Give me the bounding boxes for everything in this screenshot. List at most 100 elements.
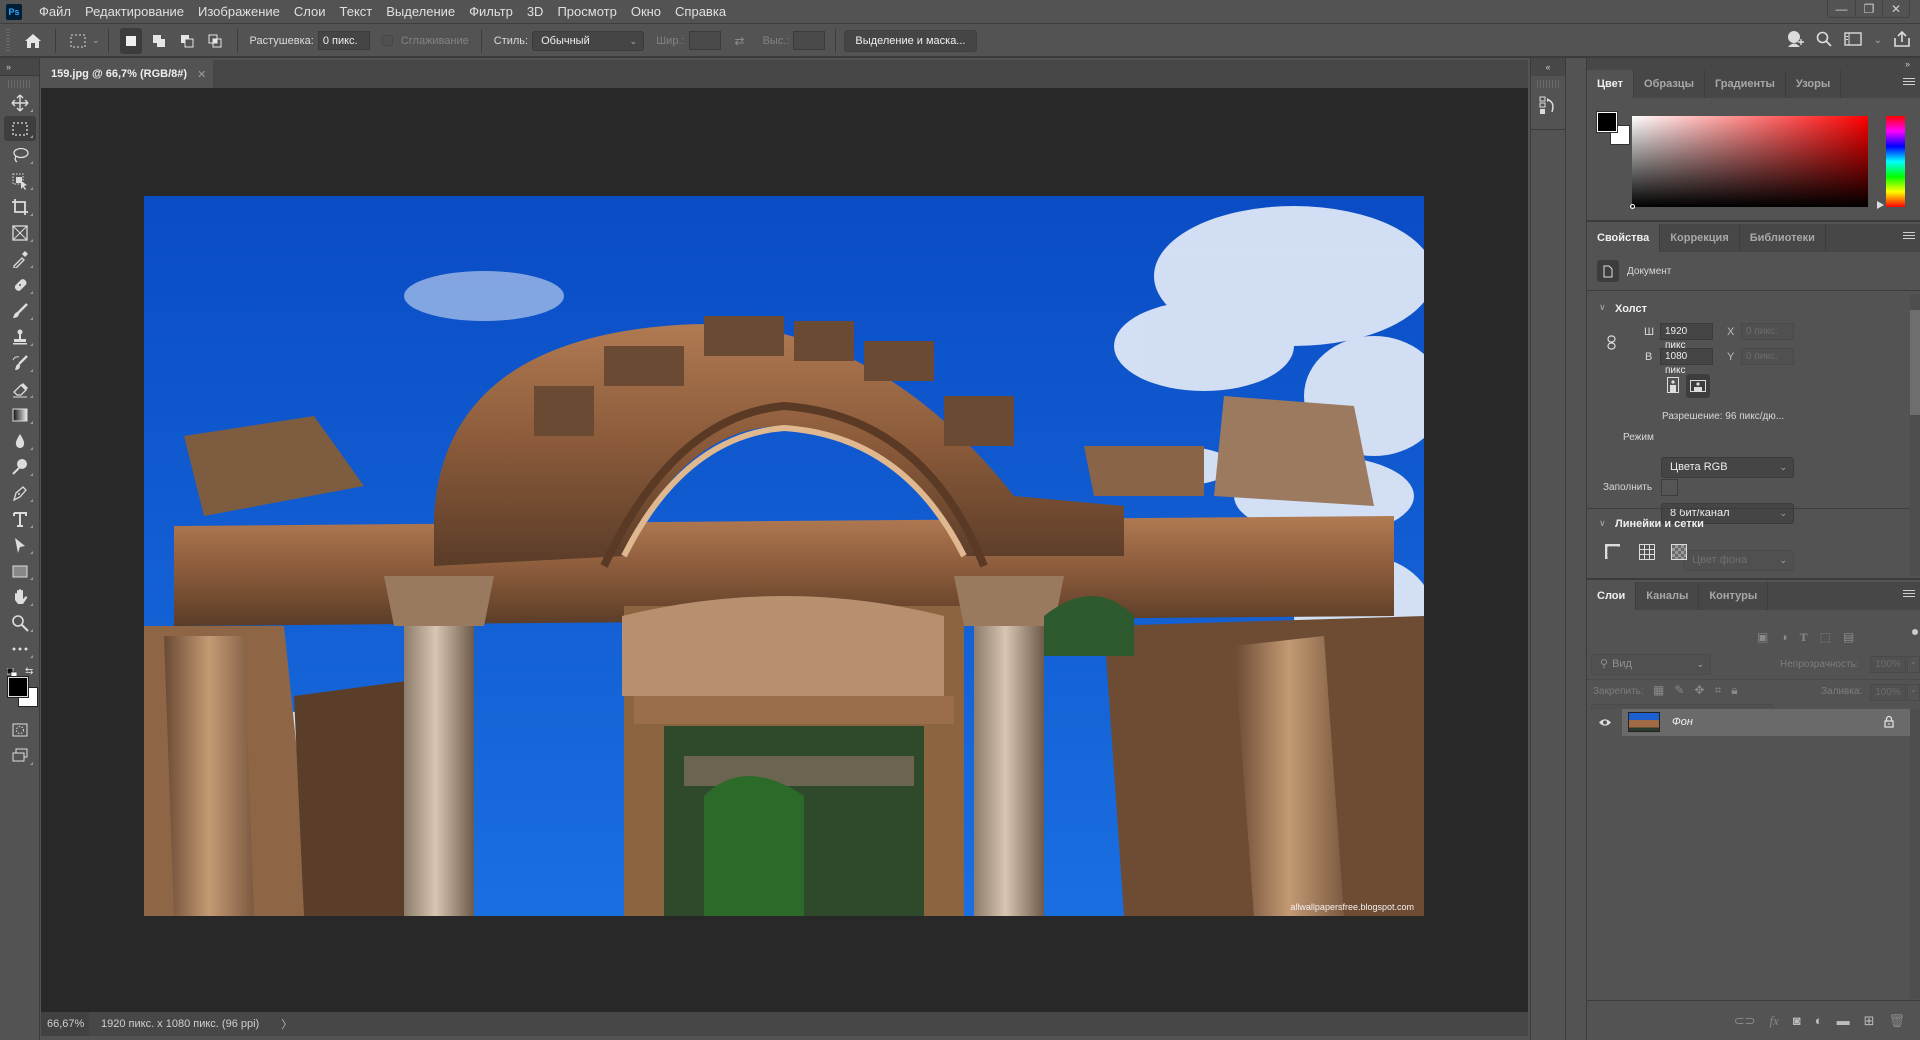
link-layers-icon[interactable]: ⊂⊃ (1734, 1013, 1756, 1029)
document-tab[interactable]: 159.jpg @ 66,7% (RGB/8#) ✕ (41, 60, 213, 88)
lock-position-icon[interactable]: ✥ (1694, 683, 1704, 698)
menu-select[interactable]: Выделение (379, 0, 462, 24)
tab-adjustments[interactable]: Коррекция (1660, 224, 1740, 252)
feather-input[interactable]: 0 пикс. (317, 31, 370, 50)
frame-tool[interactable] (4, 220, 36, 245)
lasso-tool[interactable] (4, 142, 36, 167)
menu-window[interactable]: Окно (624, 0, 668, 24)
canvas-width-input[interactable]: 1920 пикс (1660, 323, 1713, 351)
add-to-selection-icon[interactable] (148, 30, 170, 52)
landscape-orientation-icon[interactable] (1686, 374, 1710, 398)
width-input[interactable] (688, 31, 721, 50)
tab-libraries[interactable]: Библиотеки (1740, 224, 1826, 252)
chevron-down-icon[interactable]: ∨ (1599, 302, 1606, 313)
close-button[interactable]: ✕ (1882, 0, 1909, 17)
healing-brush-tool[interactable] (4, 272, 36, 297)
filter-shape-icon[interactable]: ⬚ (1820, 630, 1831, 645)
filter-adjustment-icon[interactable]: ◑ (1780, 630, 1787, 645)
eyedropper-tool[interactable] (4, 246, 36, 271)
workspace-icon[interactable] (1843, 32, 1862, 49)
foreground-color-swatch[interactable] (7, 676, 29, 698)
restore-button[interactable]: ❐ (1855, 0, 1882, 17)
dock-grip[interactable] (1537, 80, 1559, 88)
swap-colors-icon[interactable]: ⇆ (25, 666, 33, 677)
dodge-tool[interactable] (4, 454, 36, 479)
tools-grip[interactable] (8, 80, 31, 88)
history-icon[interactable] (1531, 92, 1565, 123)
pen-tool[interactable] (4, 480, 36, 505)
menu-3d[interactable]: 3D (520, 0, 551, 24)
tab-patterns[interactable]: Узоры (1786, 70, 1842, 98)
delete-layer-icon[interactable]: 🗑︎ (1888, 1013, 1905, 1029)
canvas-x-input[interactable]: 0 пикс. (1741, 323, 1794, 340)
new-group-icon[interactable]: ▬ (1837, 1013, 1850, 1028)
menu-edit[interactable]: Редактирование (78, 0, 191, 24)
menu-view[interactable]: Просмотр (550, 0, 623, 24)
layer-lock-icon[interactable] (1884, 715, 1894, 731)
history-brush-tool[interactable] (4, 350, 36, 375)
tab-color[interactable]: Цвет (1587, 70, 1635, 98)
new-adjustment-layer-icon[interactable]: ◐ (1815, 1013, 1823, 1028)
tab-properties[interactable]: Свойства (1587, 224, 1661, 252)
hue-slider-handle[interactable] (1877, 201, 1884, 209)
chevron-down-icon[interactable]: ⌄ (1907, 656, 1920, 673)
menu-type[interactable]: Текст (333, 0, 380, 24)
object-selection-tool[interactable] (4, 168, 36, 193)
properties-scroll-thumb[interactable] (1910, 310, 1920, 415)
options-grip[interactable] (6, 28, 10, 53)
portrait-orientation-icon[interactable] (1665, 376, 1681, 394)
quick-mask-icon[interactable] (4, 717, 36, 742)
grid-icon[interactable] (1639, 544, 1655, 563)
tab-paths[interactable]: Контуры (1699, 582, 1769, 610)
chevron-down-icon[interactable]: ∨ (1599, 518, 1606, 529)
home-icon[interactable] (22, 30, 44, 52)
screen-mode-icon[interactable] (4, 743, 36, 768)
blur-tool[interactable] (4, 428, 36, 453)
type-tool[interactable] (4, 506, 36, 531)
share-user-icon[interactable] (1786, 30, 1804, 51)
filter-pixel-icon[interactable]: ▣ (1757, 630, 1768, 645)
filter-smart-object-icon[interactable]: ▤ (1843, 630, 1854, 645)
collapse-panels-icon[interactable]: » (1587, 58, 1920, 70)
lock-pixels-icon[interactable]: ✎ (1674, 683, 1684, 698)
tab-layers[interactable]: Слои (1587, 582, 1637, 610)
filter-toggle[interactable] (1911, 628, 1919, 648)
chevron-down-icon[interactable]: ⌄ (92, 35, 100, 46)
hue-slider[interactable] (1886, 116, 1905, 207)
zoom-tool[interactable] (4, 610, 36, 635)
menu-help[interactable]: Справка (668, 0, 733, 24)
add-mask-icon[interactable]: ◙ (1793, 1013, 1801, 1028)
fill-select[interactable]: Цвет фона ⌄ (1683, 550, 1794, 571)
layer-body[interactable]: Фон (1622, 708, 1910, 736)
menu-file[interactable]: Файл (32, 0, 78, 24)
layer-visibility-icon[interactable] (1587, 708, 1622, 736)
layer-filter-select[interactable]: ⚲ Вид ⌄ (1591, 654, 1711, 675)
crop-tool[interactable] (4, 194, 36, 219)
zoom-level[interactable]: 66,67% (41, 1012, 89, 1036)
menu-image[interactable]: Изображение (191, 0, 287, 24)
clone-stamp-tool[interactable] (4, 324, 36, 349)
minimize-button[interactable]: — (1828, 0, 1855, 17)
new-layer-icon[interactable]: ⊞ (1864, 1013, 1875, 1029)
color-field[interactable] (1630, 116, 1868, 209)
properties-scrollbar[interactable] (1910, 294, 1920, 576)
panel-menu-icon[interactable] (1903, 590, 1915, 599)
edit-toolbar[interactable] (4, 636, 36, 661)
gradient-tool[interactable] (4, 402, 36, 427)
rulers-icon[interactable] (1604, 543, 1621, 563)
menu-filter[interactable]: Фильтр (462, 0, 520, 24)
expand-panels-icon[interactable]: « (1531, 58, 1565, 76)
tab-swatches[interactable]: Образцы (1634, 70, 1705, 98)
color-picker-cursor[interactable] (1630, 204, 1635, 209)
rectangular-marquee-tool[interactable] (4, 116, 36, 141)
link-dimensions-icon[interactable] (1607, 335, 1616, 353)
layer-row[interactable]: Фон (1587, 708, 1910, 736)
guides-icon[interactable] (1671, 544, 1687, 560)
new-selection-icon[interactable] (119, 27, 142, 54)
antialias-checkbox[interactable] (381, 35, 393, 46)
chevron-down-icon[interactable]: ⌄ (1874, 35, 1882, 46)
layer-style-icon[interactable]: fx (1769, 1013, 1778, 1029)
height-input[interactable] (793, 31, 826, 50)
search-icon[interactable] (1816, 31, 1832, 50)
fill-input[interactable]: 100% (1870, 684, 1906, 701)
